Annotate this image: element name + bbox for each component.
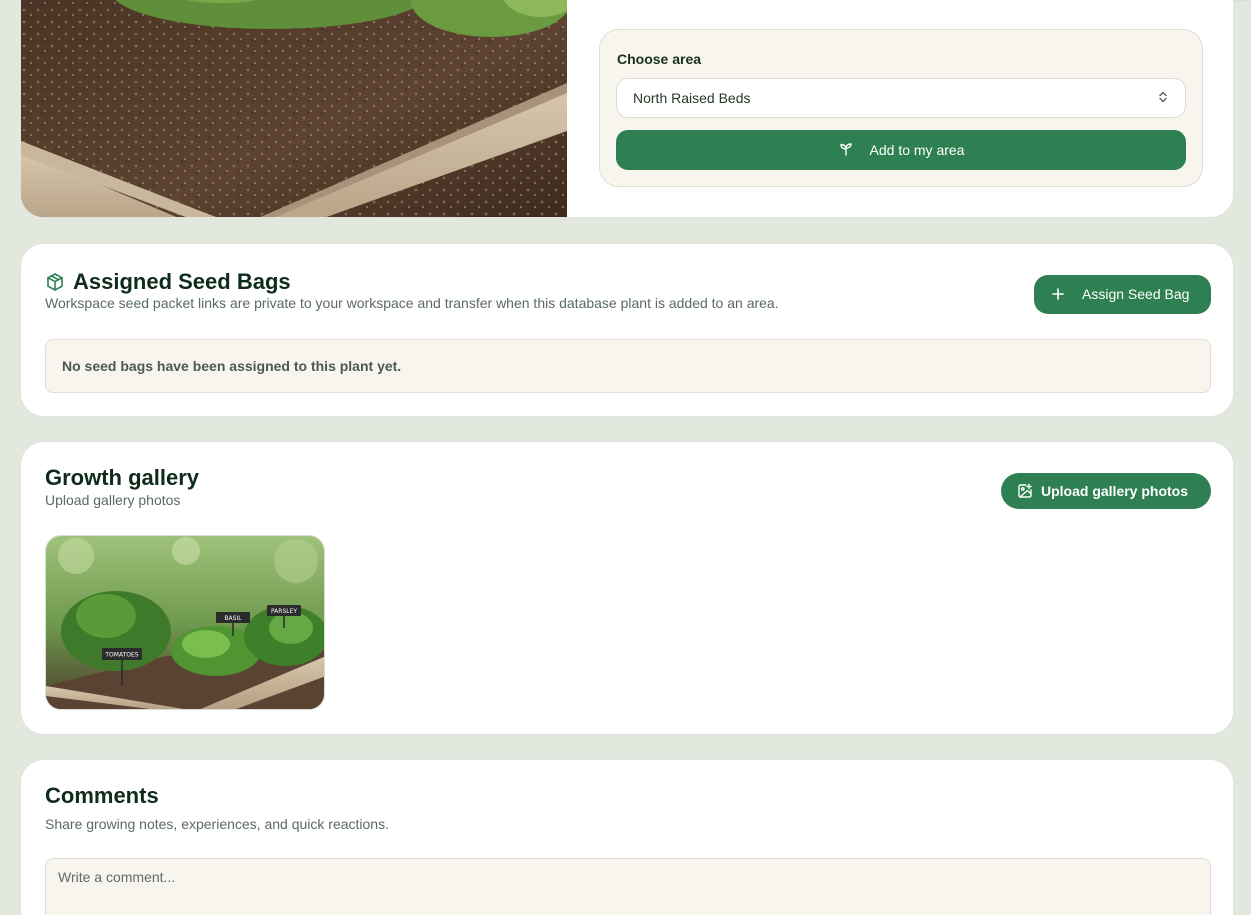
sprout-icon	[838, 141, 854, 160]
comments-card: Comments Share growing notes, experience…	[20, 759, 1234, 915]
parsley-marker: PARSLEY	[271, 608, 297, 615]
choose-area-label: Choose area	[617, 51, 702, 67]
tomatoes-marker: TOMATOES	[104, 652, 138, 659]
comments-subtitle: Share growing notes, experiences, and qu…	[45, 816, 389, 832]
image-plus-icon	[1017, 483, 1033, 502]
area-select[interactable]: North Raised Beds	[616, 78, 1186, 118]
seed-bags-empty-state: No seed bags have been assigned to this …	[45, 339, 1211, 393]
chevron-up-down-icon	[1155, 89, 1171, 108]
seed-bags-subtitle: Workspace seed packet links are private …	[45, 295, 779, 311]
gallery-title: Growth gallery	[45, 465, 200, 490]
gallery-subtitle: Upload gallery photos	[45, 492, 181, 508]
seed-bags-title: Assigned Seed Bags	[73, 269, 291, 294]
growth-gallery-card: Growth gallery Upload gallery photos Upl…	[20, 441, 1234, 735]
assign-seed-bag-button[interactable]: Assign Seed Bag	[1034, 275, 1211, 314]
plant-hero-image	[21, 0, 567, 217]
area-picker-panel: Choose area North Raised Beds Add to my …	[599, 29, 1203, 187]
assigned-seed-bags-card: Assigned Seed Bags Workspace seed packet…	[20, 243, 1234, 417]
comment-input[interactable]	[45, 858, 1211, 915]
comments-title: Comments	[45, 783, 159, 808]
gallery-photo[interactable]: TOMATOES BASIL PARSLEY	[45, 535, 325, 710]
assign-seed-bag-label: Assign Seed Bag	[1082, 286, 1190, 302]
add-to-my-area-label: Add to my area	[869, 142, 965, 158]
add-to-my-area-button[interactable]: Add to my area	[616, 130, 1186, 170]
plus-icon	[1050, 284, 1066, 307]
basil-marker: BASIL	[224, 615, 242, 622]
upload-gallery-photos-label: Upload gallery photos	[1041, 483, 1189, 499]
package-icon	[45, 272, 65, 297]
area-select-value: North Raised Beds	[633, 90, 751, 106]
plant-hero-card: Choose area North Raised Beds Add to my …	[20, 0, 1234, 218]
upload-gallery-photos-button[interactable]: Upload gallery photos	[1001, 473, 1211, 509]
